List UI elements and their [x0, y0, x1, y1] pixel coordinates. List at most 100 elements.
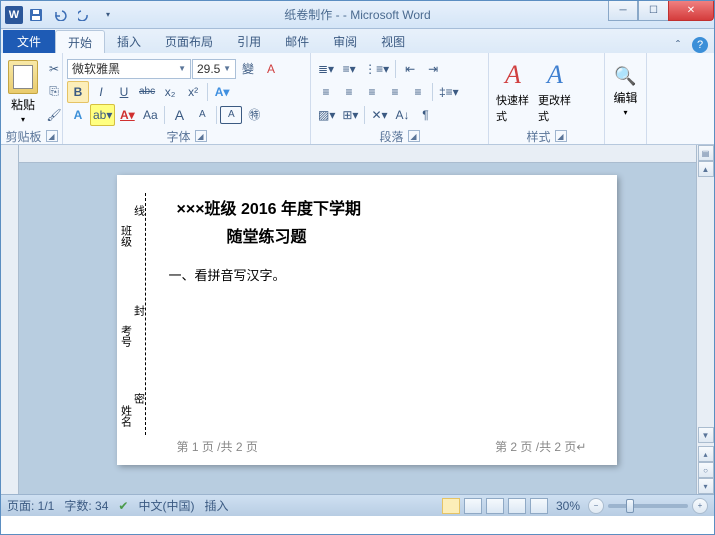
change-case-button[interactable]: Aa [139, 104, 161, 126]
decrease-indent-button[interactable]: ⇤ [399, 58, 421, 80]
zoom-slider[interactable] [608, 504, 688, 508]
tab-review[interactable]: 审阅 [321, 30, 369, 53]
align-left-button[interactable]: ≡ [315, 81, 337, 103]
change-styles-button[interactable]: A 更改样式 [535, 55, 575, 128]
side-label-exam: 考号 [118, 325, 134, 347]
cut-button[interactable]: ✂ [43, 58, 65, 80]
maximize-button[interactable]: ☐ [638, 1, 668, 21]
help-button[interactable]: ? [692, 37, 708, 53]
qat-customize-button[interactable]: ▾ [97, 4, 119, 26]
justify-button[interactable]: ≡ [384, 81, 406, 103]
prev-page-button[interactable]: ▴ [698, 446, 714, 462]
shrink-font-button[interactable]: A [191, 104, 213, 126]
redo-button[interactable] [73, 4, 95, 26]
group-font: 微软雅黑▼ 29.5▼ 變 A B I U abc x₂ x² A▾ A ab▾… [63, 53, 311, 144]
view-fullscreen-button[interactable] [464, 498, 482, 514]
status-language[interactable]: 中文(中国) [138, 497, 194, 514]
view-draft-button[interactable] [530, 498, 548, 514]
styles-dialog-launcher[interactable]: ◢ [555, 130, 567, 142]
chevron-down-icon[interactable]: ▼ [178, 64, 186, 73]
phonetic-guide-button[interactable]: 變 [237, 58, 259, 80]
quick-styles-button[interactable]: A 快速样式 [493, 55, 533, 128]
chevron-down-icon[interactable]: ▼ [223, 64, 231, 73]
status-page[interactable]: 页面: 1/1 [7, 497, 54, 514]
increase-indent-button[interactable]: ⇥ [422, 58, 444, 80]
grow-font-button[interactable]: A [168, 104, 190, 126]
show-marks-button[interactable]: ¶ [415, 104, 437, 126]
superscript-button[interactable]: x² [182, 81, 204, 103]
ruler-horizontal[interactable] [19, 145, 714, 163]
tab-layout[interactable]: 页面布局 [153, 30, 225, 53]
window-title: 纸卷制作 - - Microsoft Word [284, 6, 430, 23]
strike-button[interactable]: abc [136, 81, 158, 103]
status-insert-mode[interactable]: 插入 [204, 497, 228, 514]
numbering-button[interactable]: ≡▾ [338, 58, 360, 80]
tab-home[interactable]: 开始 [55, 30, 105, 53]
scroll-thumb[interactable] [699, 179, 713, 425]
editing-button[interactable]: 🔍 编辑 ▾ [609, 55, 642, 128]
minimize-ribbon-button[interactable]: ˆ [670, 37, 686, 53]
copy-button[interactable]: ⎘ [43, 81, 65, 103]
subscript-button[interactable]: x₂ [159, 81, 181, 103]
tab-references[interactable]: 引用 [225, 30, 273, 53]
font-size-combo[interactable]: 29.5▼ [192, 59, 236, 79]
highlight-button[interactable]: ab▾ [90, 104, 115, 126]
font-name-combo[interactable]: 微软雅黑▼ [67, 59, 191, 79]
align-center-button[interactable]: ≡ [338, 81, 360, 103]
view-outline-button[interactable] [508, 498, 526, 514]
status-proofing-icon[interactable]: ✔ [118, 499, 128, 513]
scrollbar-vertical[interactable]: ▤ ▲ ▼ ▴ ○ ▾ [696, 145, 714, 494]
page-footer-left: 第 1 页 /共 2 页 [177, 438, 258, 455]
line-spacing-button[interactable]: ‡≡▾ [436, 81, 462, 103]
word-logo-icon: W [5, 6, 23, 24]
format-painter-button[interactable]: 🖌 [43, 104, 65, 126]
bold-button[interactable]: B [67, 81, 89, 103]
underline-button[interactable]: U [113, 81, 135, 103]
tab-view[interactable]: 视图 [369, 30, 417, 53]
group-styles: A 快速样式 A 更改样式 样式◢ [489, 53, 605, 144]
zoom-level[interactable]: 30% [556, 499, 580, 513]
tab-insert[interactable]: 插入 [105, 30, 153, 53]
font-color-button[interactable]: A▾ [116, 104, 138, 126]
char-shading-button[interactable]: A [67, 104, 89, 126]
page[interactable]: 线 班级 封 考号 密 姓名 ×××班级 2016 年度下学期 随堂练习题 一、… [117, 175, 617, 465]
scroll-up-button[interactable]: ▲ [698, 161, 714, 177]
zoom-in-button[interactable]: + [692, 498, 708, 514]
text-effects-button[interactable]: A▾ [211, 81, 233, 103]
document-area: 线 班级 封 考号 密 姓名 ×××班级 2016 年度下学期 随堂练习题 一、… [1, 145, 714, 494]
status-words[interactable]: 字数: 34 [64, 497, 108, 514]
tab-file[interactable]: 文件 [3, 30, 55, 53]
bullets-button[interactable]: ≣▾ [315, 58, 337, 80]
align-right-button[interactable]: ≡ [361, 81, 383, 103]
close-button[interactable]: ✕ [668, 1, 714, 21]
ruler-toggle-button[interactable]: ▤ [698, 145, 714, 161]
distribute-button[interactable]: ≡ [407, 81, 429, 103]
paste-button[interactable]: 粘贴 ▾ [5, 55, 41, 128]
snap-grid-button[interactable]: ✕▾ [368, 104, 390, 126]
browse-object-button[interactable]: ○ [698, 462, 714, 478]
scroll-down-button[interactable]: ▼ [698, 427, 714, 443]
enclose-char-button[interactable]: ㊕ [243, 104, 265, 126]
char-border-button[interactable]: A [220, 106, 242, 124]
save-button[interactable] [25, 4, 47, 26]
clipboard-dialog-launcher[interactable]: ◢ [46, 130, 58, 142]
italic-button[interactable]: I [90, 81, 112, 103]
ruler-vertical[interactable] [1, 145, 19, 494]
font-dialog-launcher[interactable]: ◢ [195, 130, 207, 142]
ribbon: 粘贴 ▾ ✂ ⎘ 🖌 剪贴板◢ 微软雅黑▼ 29.5▼ 變 A B I U [1, 53, 714, 145]
multilevel-button[interactable]: ⋮≡▾ [361, 58, 392, 80]
view-print-layout-button[interactable] [442, 498, 460, 514]
doc-section-1: 一、看拼音写汉字。 [169, 265, 587, 284]
zoom-slider-thumb[interactable] [626, 499, 634, 513]
tab-mailings[interactable]: 邮件 [273, 30, 321, 53]
shading-button[interactable]: ▨▾ [315, 104, 338, 126]
clear-format-button[interactable]: A [260, 58, 282, 80]
view-web-button[interactable] [486, 498, 504, 514]
minimize-button[interactable]: ─ [608, 1, 638, 21]
zoom-out-button[interactable]: − [588, 498, 604, 514]
next-page-button[interactable]: ▾ [698, 478, 714, 494]
paragraph-dialog-launcher[interactable]: ◢ [408, 130, 420, 142]
borders-button[interactable]: ⊞▾ [339, 104, 361, 126]
undo-button[interactable] [49, 4, 71, 26]
sort-button[interactable]: A↓ [392, 104, 414, 126]
